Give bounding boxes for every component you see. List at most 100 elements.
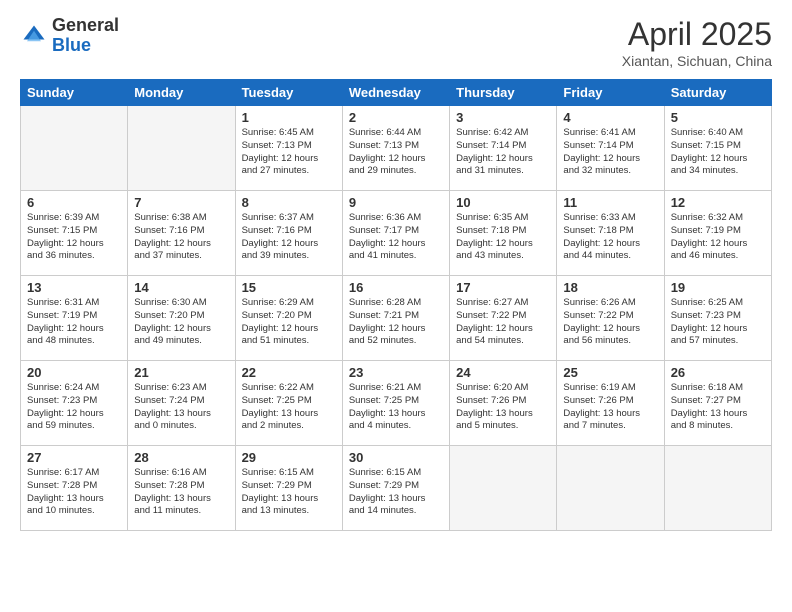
day-sun-info: Sunrise: 6:25 AM Sunset: 7:23 PM Dayligh…	[671, 297, 765, 348]
calendar-cell	[557, 446, 664, 531]
calendar-cell: 17 Sunrise: 6:27 AM Sunset: 7:22 PM Dayli…	[450, 276, 557, 361]
day-number: 28	[134, 450, 228, 465]
day-number: 21	[134, 365, 228, 380]
day-sun-info: Sunrise: 6:21 AM Sunset: 7:25 PM Dayligh…	[349, 382, 443, 433]
calendar-cell: 6Sunrise: 6:39 AM Sunset: 7:15 PM Daylig…	[21, 191, 128, 276]
day-sun-info: Sunrise: 6:35 AM Sunset: 7:18 PM Dayligh…	[456, 212, 550, 263]
calendar-cell: 8 Sunrise: 6:37 AM Sunset: 7:16 PM Daylig…	[235, 191, 342, 276]
calendar-cell: 22 Sunrise: 6:22 AM Sunset: 7:25 PM Dayli…	[235, 361, 342, 446]
day-sun-info: Sunrise: 6:32 AM Sunset: 7:19 PM Dayligh…	[671, 212, 765, 263]
day-sun-info: Sunrise: 6:41 AM Sunset: 7:14 PM Dayligh…	[563, 127, 657, 178]
day-of-week-header: Sunday	[21, 80, 128, 106]
day-sun-info: Sunrise: 6:42 AM Sunset: 7:14 PM Dayligh…	[456, 127, 550, 178]
calendar-cell	[450, 446, 557, 531]
day-sun-info: Sunrise: 6:30 AM Sunset: 7:20 PM Dayligh…	[134, 297, 228, 348]
calendar-cell: 1Sunrise: 6:45 AM Sunset: 7:13 PM Daylig…	[235, 106, 342, 191]
day-sun-info: Sunrise: 6:39 AM Sunset: 7:15 PM Dayligh…	[27, 212, 121, 263]
day-of-week-header: Tuesday	[235, 80, 342, 106]
calendar-cell	[21, 106, 128, 191]
day-number: 1	[242, 110, 336, 125]
day-number: 17	[456, 280, 550, 295]
day-number: 25	[563, 365, 657, 380]
day-number: 15	[242, 280, 336, 295]
day-sun-info: Sunrise: 6:23 AM Sunset: 7:24 PM Dayligh…	[134, 382, 228, 433]
day-sun-info: Sunrise: 6:31 AM Sunset: 7:19 PM Dayligh…	[27, 297, 121, 348]
calendar-cell: 4 Sunrise: 6:41 AM Sunset: 7:14 PM Daylig…	[557, 106, 664, 191]
day-number: 18	[563, 280, 657, 295]
calendar-cell: 14Sunrise: 6:30 AM Sunset: 7:20 PM Dayli…	[128, 276, 235, 361]
calendar-cell: 30 Sunrise: 6:15 AM Sunset: 7:29 PM Dayli…	[342, 446, 449, 531]
calendar-cell: 27 Sunrise: 6:17 AM Sunset: 7:28 PM Dayli…	[21, 446, 128, 531]
logo-icon	[20, 22, 48, 50]
day-sun-info: Sunrise: 6:28 AM Sunset: 7:21 PM Dayligh…	[349, 297, 443, 348]
day-number: 2	[349, 110, 443, 125]
calendar-cell: 28 Sunrise: 6:16 AM Sunset: 7:28 PM Dayli…	[128, 446, 235, 531]
day-sun-info: Sunrise: 6:26 AM Sunset: 7:22 PM Dayligh…	[563, 297, 657, 348]
day-sun-info: Sunrise: 6:22 AM Sunset: 7:25 PM Dayligh…	[242, 382, 336, 433]
day-sun-info: Sunrise: 6:19 AM Sunset: 7:26 PM Dayligh…	[563, 382, 657, 433]
day-number: 24	[456, 365, 550, 380]
day-number: 4	[563, 110, 657, 125]
day-number: 9	[349, 195, 443, 210]
day-number: 20	[27, 365, 121, 380]
day-number: 3	[456, 110, 550, 125]
calendar-cell: 15 Sunrise: 6:29 AM Sunset: 7:20 PM Dayli…	[235, 276, 342, 361]
calendar-cell: 23 Sunrise: 6:21 AM Sunset: 7:25 PM Dayli…	[342, 361, 449, 446]
day-number: 7	[134, 195, 228, 210]
day-sun-info: Sunrise: 6:17 AM Sunset: 7:28 PM Dayligh…	[27, 467, 121, 518]
logo-general-text: General	[52, 16, 119, 36]
day-number: 10	[456, 195, 550, 210]
logo: General Blue	[20, 16, 119, 56]
day-number: 26	[671, 365, 765, 380]
logo-blue-text: Blue	[52, 36, 119, 56]
day-sun-info: Sunrise: 6:24 AM Sunset: 7:23 PM Dayligh…	[27, 382, 121, 433]
calendar-cell: 19 Sunrise: 6:25 AM Sunset: 7:23 PM Dayli…	[664, 276, 771, 361]
calendar-cell: 25 Sunrise: 6:19 AM Sunset: 7:26 PM Dayli…	[557, 361, 664, 446]
day-number: 5	[671, 110, 765, 125]
calendar-cell: 18 Sunrise: 6:26 AM Sunset: 7:22 PM Dayli…	[557, 276, 664, 361]
calendar-cell: 24 Sunrise: 6:20 AM Sunset: 7:26 PM Dayli…	[450, 361, 557, 446]
day-of-week-header: Friday	[557, 80, 664, 106]
day-number: 13	[27, 280, 121, 295]
day-sun-info: Sunrise: 6:15 AM Sunset: 7:29 PM Dayligh…	[242, 467, 336, 518]
calendar-cell: 9 Sunrise: 6:36 AM Sunset: 7:17 PM Daylig…	[342, 191, 449, 276]
day-of-week-header: Saturday	[664, 80, 771, 106]
calendar-cell: 13 Sunrise: 6:31 AM Sunset: 7:19 PM Dayli…	[21, 276, 128, 361]
day-number: 19	[671, 280, 765, 295]
day-sun-info: Sunrise: 6:44 AM Sunset: 7:13 PM Dayligh…	[349, 127, 443, 178]
calendar-cell: 2 Sunrise: 6:44 AM Sunset: 7:13 PM Daylig…	[342, 106, 449, 191]
day-sun-info: Sunrise: 6:16 AM Sunset: 7:28 PM Dayligh…	[134, 467, 228, 518]
day-sun-info: Sunrise: 6:36 AM Sunset: 7:17 PM Dayligh…	[349, 212, 443, 263]
calendar-cell: 3 Sunrise: 6:42 AM Sunset: 7:14 PM Daylig…	[450, 106, 557, 191]
calendar-cell: 11 Sunrise: 6:33 AM Sunset: 7:18 PM Dayli…	[557, 191, 664, 276]
calendar-cell: 12 Sunrise: 6:32 AM Sunset: 7:19 PM Dayli…	[664, 191, 771, 276]
location-subtitle: Xiantan, Sichuan, China	[622, 53, 772, 69]
day-sun-info: Sunrise: 6:27 AM Sunset: 7:22 PM Dayligh…	[456, 297, 550, 348]
day-sun-info: Sunrise: 6:29 AM Sunset: 7:20 PM Dayligh…	[242, 297, 336, 348]
month-title: April 2025	[622, 16, 772, 53]
day-sun-info: Sunrise: 6:20 AM Sunset: 7:26 PM Dayligh…	[456, 382, 550, 433]
day-number: 12	[671, 195, 765, 210]
calendar-cell	[128, 106, 235, 191]
calendar-cell: 10 Sunrise: 6:35 AM Sunset: 7:18 PM Dayli…	[450, 191, 557, 276]
day-sun-info: Sunrise: 6:37 AM Sunset: 7:16 PM Dayligh…	[242, 212, 336, 263]
day-number: 27	[27, 450, 121, 465]
calendar-cell: 7 Sunrise: 6:38 AM Sunset: 7:16 PM Daylig…	[128, 191, 235, 276]
calendar-cell	[664, 446, 771, 531]
day-sun-info: Sunrise: 6:38 AM Sunset: 7:16 PM Dayligh…	[134, 212, 228, 263]
day-number: 30	[349, 450, 443, 465]
day-number: 16	[349, 280, 443, 295]
calendar-table: SundayMondayTuesdayWednesdayThursdayFrid…	[20, 79, 772, 531]
day-number: 8	[242, 195, 336, 210]
day-number: 23	[349, 365, 443, 380]
day-of-week-header: Thursday	[450, 80, 557, 106]
day-of-week-header: Wednesday	[342, 80, 449, 106]
day-number: 11	[563, 195, 657, 210]
day-number: 22	[242, 365, 336, 380]
calendar-cell: 5Sunrise: 6:40 AM Sunset: 7:15 PM Daylig…	[664, 106, 771, 191]
calendar-cell: 21 Sunrise: 6:23 AM Sunset: 7:24 PM Dayli…	[128, 361, 235, 446]
day-sun-info: Sunrise: 6:33 AM Sunset: 7:18 PM Dayligh…	[563, 212, 657, 263]
day-sun-info: Sunrise: 6:15 AM Sunset: 7:29 PM Dayligh…	[349, 467, 443, 518]
calendar-cell: 26Sunrise: 6:18 AM Sunset: 7:27 PM Dayli…	[664, 361, 771, 446]
calendar-cell: 16 Sunrise: 6:28 AM Sunset: 7:21 PM Dayli…	[342, 276, 449, 361]
